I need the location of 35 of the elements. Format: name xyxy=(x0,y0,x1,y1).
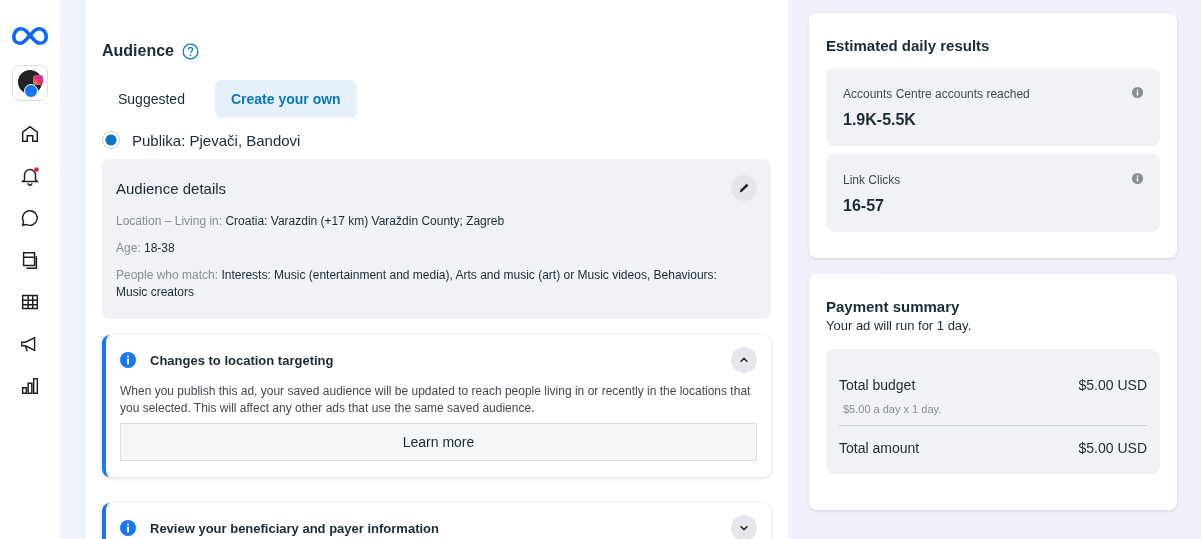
detail-text: People who match: Interests: Music (entertainment and media), Arts and music (art) or Music videos, Behaviours: Music creators xyxy=(116,267,718,301)
payment-amount: $5.00 USD xyxy=(1078,377,1147,393)
metric-value: 16-57 xyxy=(843,197,885,215)
card-subtitle: Your ad will run for 1 day. xyxy=(826,318,973,333)
card-title: Estimated daily results xyxy=(826,37,991,54)
card-title: Payment summary xyxy=(826,298,961,315)
detail-text: Age: 18-38 xyxy=(116,240,176,257)
metric-label: Accounts Centre accounts reached xyxy=(843,87,1030,101)
payment-label: Total amount xyxy=(839,440,920,456)
payment-amount: $5.00 USD xyxy=(1078,440,1147,456)
notice-text: When you publish this ad, your saved audience will be updated to reach people living in or recently in the locations that you selected. This will affect any other ads that use the same saved audience. xyxy=(120,383,752,417)
info-icon[interactable] xyxy=(1132,87,1143,98)
info-icon[interactable] xyxy=(1132,173,1143,184)
help-icon[interactable] xyxy=(182,42,199,60)
payment-label: Total budget xyxy=(839,377,916,393)
audience-name: Publika: Pjevači, Bandovi xyxy=(132,131,301,149)
info-icon xyxy=(120,520,136,536)
radio-button[interactable] xyxy=(102,131,120,149)
chevron-icon[interactable] xyxy=(731,347,757,373)
notice-title: Review your beneficiary and payer information xyxy=(150,520,440,536)
detail-text: Location – Living in: Croatia: Varazdin (+17 km) Varaždin County; Zagreb xyxy=(116,213,506,230)
account-avatar-icon[interactable] xyxy=(12,65,48,101)
audience-tab[interactable]: Suggested xyxy=(102,80,201,118)
section-title: Audience xyxy=(102,42,174,60)
edit-icon[interactable] xyxy=(731,175,757,201)
notice-title: Changes to location targeting xyxy=(150,352,335,368)
metric-value: 1.9K-5.5K xyxy=(843,111,917,129)
info-icon xyxy=(120,352,136,368)
chevron-icon[interactable] xyxy=(731,515,757,539)
audience-tab[interactable]: Create your own xyxy=(214,80,357,118)
payment-note: $5.00 a day x 1 day. xyxy=(842,402,943,415)
learn-more-button[interactable]: Learn more xyxy=(120,423,757,461)
infinity-logo-icon xyxy=(12,25,48,47)
metric-label: Link Clicks xyxy=(843,173,901,187)
panel-title: Audience details xyxy=(116,179,227,197)
